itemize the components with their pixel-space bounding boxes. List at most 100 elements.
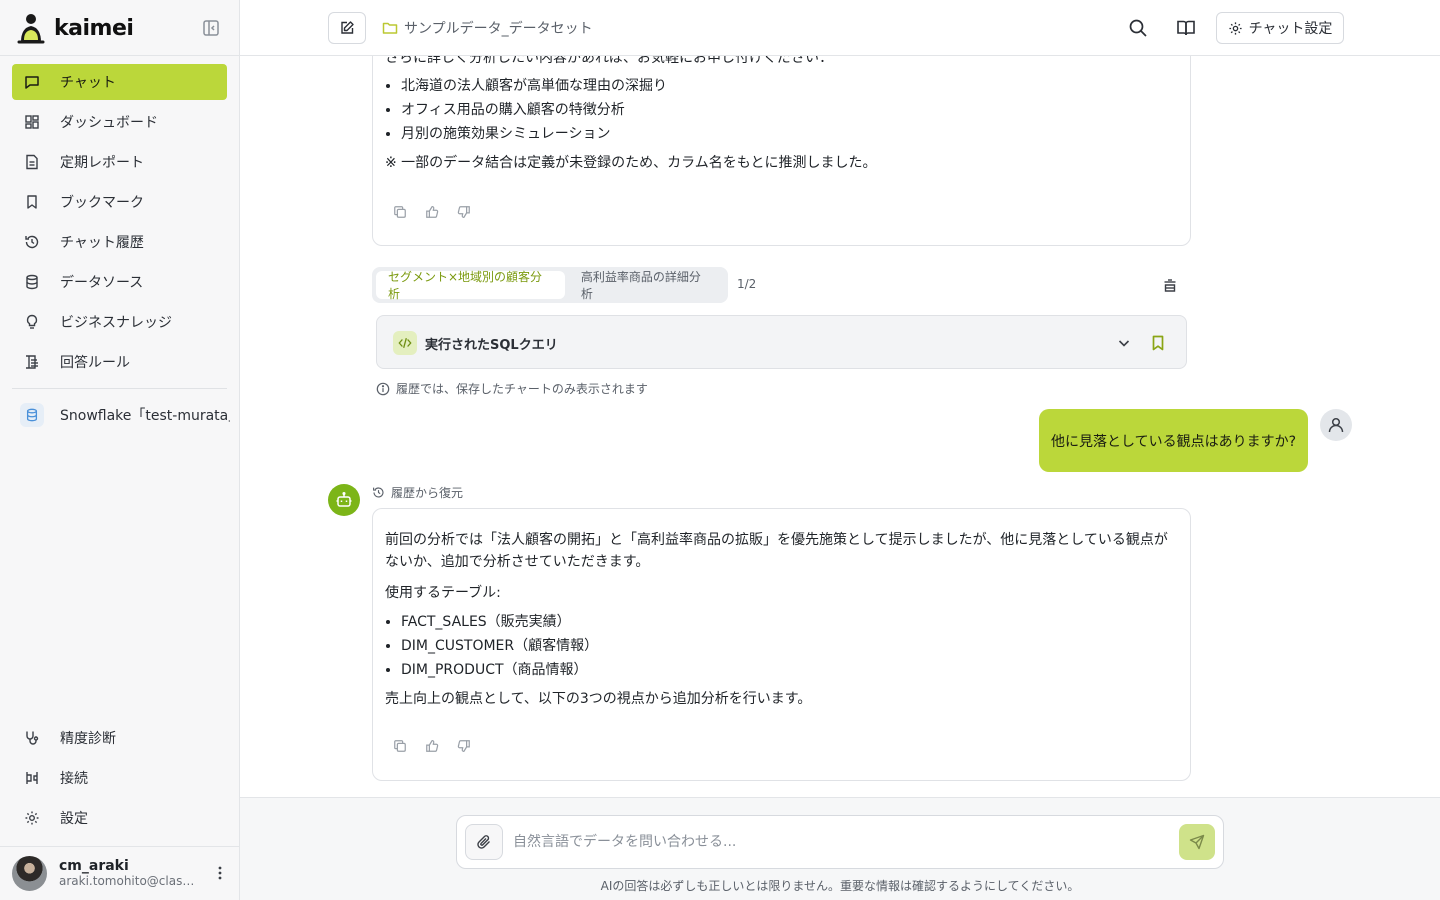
sidebar-item-datasource[interactable]: データソース [12, 264, 227, 300]
user-avatar-icon [1320, 409, 1352, 441]
sidebar-collapse-icon[interactable] [201, 18, 221, 38]
dataset-selector[interactable]: サンプルデータ_データセット [382, 18, 593, 38]
dataset-name: サンプルデータ_データセット [404, 21, 593, 37]
paperclip-icon [476, 834, 492, 850]
send-icon [1189, 834, 1205, 850]
thumbs-down-icon[interactable] [457, 205, 473, 221]
chat-settings-button[interactable]: チャット設定 [1216, 12, 1344, 44]
sidebar-item-label: チャット履歴 [60, 235, 144, 251]
sidebar-item-report[interactable]: 定期レポート [12, 144, 227, 180]
message-paragraph: 前回の分析では「法人顧客の開拓」と「高利益率商品の拡販」を優先施策として提示しま… [385, 532, 1168, 570]
send-button[interactable] [1179, 824, 1215, 860]
sql-query-accordion[interactable]: 実行されたSQLクエリ [376, 315, 1187, 369]
user-message: 他に見落としている観点はありますか? [1039, 409, 1308, 472]
sidebar-item-settings[interactable]: 設定 [12, 800, 227, 836]
copy-icon[interactable] [393, 739, 409, 755]
message-actions [393, 205, 473, 221]
message-paragraph: さらに詳しく分析したい内容があれば、お気軽にお申し付けください： [385, 56, 833, 66]
bookmark-icon [24, 194, 40, 210]
new-chat-button[interactable] [328, 12, 366, 44]
bookmark-icon[interactable] [1149, 334, 1167, 352]
query-input[interactable] [513, 826, 1163, 858]
list-item: DIM_PRODUCT（商品情報） [401, 659, 1174, 681]
info-icon [376, 382, 390, 396]
chat-icon [24, 74, 40, 90]
chevron-down-icon[interactable] [1115, 334, 1133, 352]
restore-label: 履歴から復元 [372, 484, 463, 501]
divider [0, 846, 240, 847]
tab-high-margin[interactable]: 高利益率商品の詳細分析 [569, 270, 724, 301]
thumbs-up-icon[interactable] [425, 205, 441, 221]
message-paragraph: 使用するテーブル: [385, 585, 501, 601]
database-icon [24, 274, 40, 290]
edit-icon [339, 20, 355, 36]
sidebar-item-label: データソース [60, 275, 144, 291]
sidebar-item-rules[interactable]: 回答ルール [12, 344, 227, 380]
brand-name: kaimei [54, 15, 134, 41]
top-header: サンプルデータ_データセット チャット設定 [240, 0, 1440, 56]
sidebar-item-dashboard[interactable]: ダッシュボード [12, 104, 227, 140]
brand[interactable]: kaimei [16, 10, 134, 46]
list-item: 北海道の法人顧客が高単価な理由の深掘り [401, 75, 1174, 97]
user-profile[interactable]: cm_araki araki.tomohito@class... [12, 855, 232, 891]
tab-segment-region[interactable]: セグメント×地域別の顧客分析 [376, 270, 565, 301]
sidebar-item-label: 回答ルール [60, 355, 130, 371]
user-name: cm_araki [59, 858, 129, 874]
message-body: さらに詳しく分析したい内容があれば、お気軽にお申し付けください： 北海道の法人顧… [385, 56, 1174, 174]
history-icon [372, 486, 385, 499]
user-email: araki.tomohito@class... [59, 874, 199, 888]
lightbulb-icon [24, 314, 40, 330]
sidebar-item-label: 接続 [60, 771, 88, 787]
history-note: 履歴では、保存したチャートのみ表示されます [376, 380, 648, 397]
divider [0, 55, 240, 56]
trash-icon[interactable] [1162, 277, 1178, 293]
sidebar-item-label: ビジネスナレッジ [60, 315, 172, 331]
gear-icon [1228, 21, 1243, 36]
sidebar-item-label: 設定 [60, 811, 88, 827]
connection-icon [24, 770, 40, 786]
sidebar-bottom-nav: 精度診断 接続 設定 [12, 720, 227, 840]
stethoscope-icon [24, 730, 40, 746]
restore-text: 履歴から復元 [391, 486, 464, 500]
sidebar-item-history[interactable]: チャット履歴 [12, 224, 227, 260]
thumbs-up-icon[interactable] [425, 739, 441, 755]
list-item: オフィス用品の購入顧客の特徴分析 [401, 99, 1174, 121]
sidebar-item-label: 精度診断 [60, 731, 116, 747]
chat-settings-label: チャット設定 [1248, 21, 1333, 37]
sidebar-item-label: ダッシュボード [60, 115, 158, 131]
sidebar-item-label: ブックマーク [60, 195, 144, 211]
sidebar-item-diagnosis[interactable]: 精度診断 [12, 720, 227, 756]
copy-icon[interactable] [393, 205, 409, 221]
assistant-message: 前回の分析では「法人顧客の開拓」と「高利益率商品の拡販」を優先施策として提示しま… [372, 508, 1191, 781]
kaimei-logo-icon [16, 12, 46, 44]
search-icon[interactable] [1128, 18, 1148, 38]
analysis-tabs: セグメント×地域別の顧客分析 高利益率商品の詳細分析 [372, 267, 728, 303]
history-note-text: 履歴では、保存したチャートのみ表示されます [396, 382, 648, 396]
thumbs-down-icon[interactable] [457, 739, 473, 755]
chat-area: さらに詳しく分析したい内容があれば、お気軽にお申し付けください： 北海道の法人顧… [240, 56, 1440, 797]
datasource-item[interactable]: Snowflake「test-murata」 [20, 402, 230, 428]
sidebar-item-connection[interactable]: 接続 [12, 760, 227, 796]
message-actions [393, 739, 473, 755]
book-open-icon[interactable] [1176, 18, 1196, 38]
attach-button[interactable] [465, 824, 503, 860]
gear-icon [24, 810, 40, 826]
bullet-list: FACT_SALES（販売実績） DIM_CUSTOMER（顧客情報） DIM_… [385, 611, 1174, 681]
sidebar: kaimei チャット ダッシュボード 定期レポート ブックマーク チャット履歴 [0, 0, 240, 900]
sidebar-item-label: チャット [60, 75, 116, 91]
composer [456, 815, 1224, 869]
avatar [12, 855, 47, 891]
sidebar-item-bookmark[interactable]: ブックマーク [12, 184, 227, 220]
user-info: cm_araki araki.tomohito@class... [59, 858, 199, 888]
sidebar-item-knowledge[interactable]: ビジネスナレッジ [12, 304, 227, 340]
snowflake-db-icon [20, 403, 44, 427]
assistant-message: さらに詳しく分析したい内容があれば、お気軽にお申し付けください： 北海道の法人顧… [372, 56, 1191, 246]
list-item: 月別の施策効果シミュレーション [401, 123, 1174, 145]
more-vertical-icon[interactable] [212, 864, 228, 882]
datasource-label: Snowflake「test-murata」 [60, 408, 230, 424]
history-icon [24, 234, 40, 250]
rules-icon [24, 354, 40, 370]
tab-counter: 1/2 [737, 277, 757, 291]
message-body: 前回の分析では「法人顧客の開拓」と「高利益率商品の拡販」を優先施策として提示しま… [385, 529, 1174, 710]
sidebar-item-chat[interactable]: チャット [12, 64, 227, 100]
